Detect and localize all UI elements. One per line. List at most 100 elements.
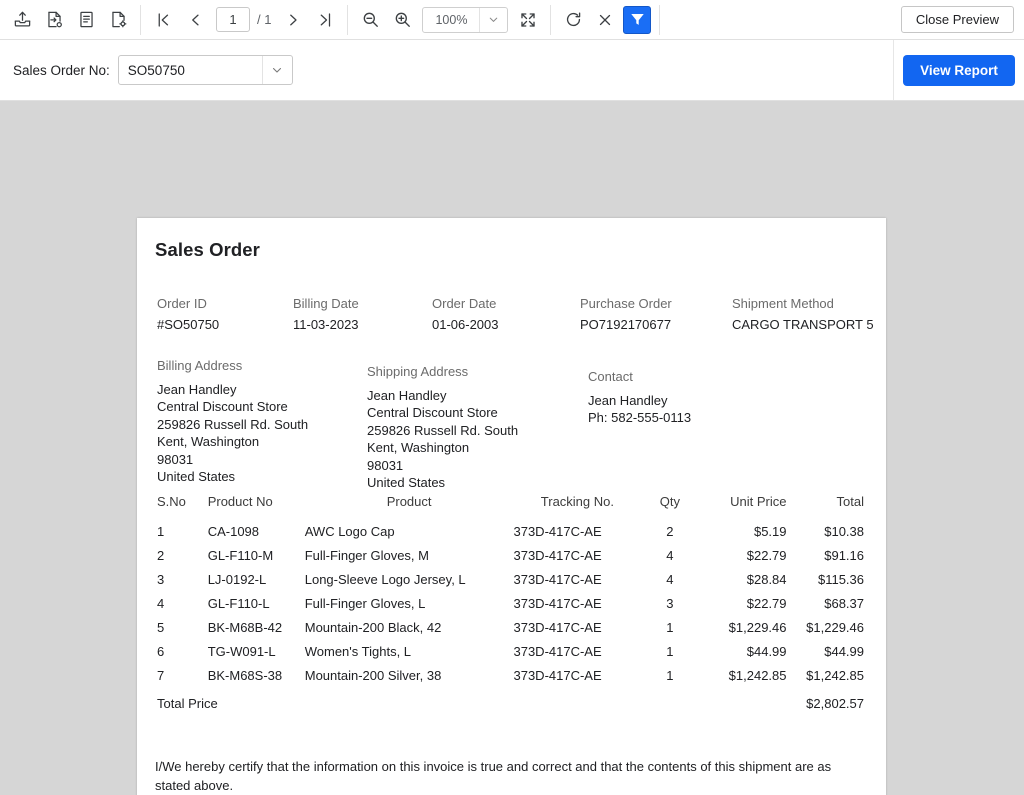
line-items-section: S.No Product No Product Tracking No. Qty… — [155, 494, 864, 716]
meta-order-date: Order Date 01-06-2003 — [432, 296, 499, 332]
cell-productno: GL-F110-M — [207, 547, 274, 563]
first-page-icon[interactable] — [149, 6, 177, 34]
cell-productno: BK-M68B-42 — [207, 619, 283, 635]
zoom-out-icon[interactable] — [356, 6, 384, 34]
cell-qty: 3 — [666, 595, 674, 611]
contact-line: Ph: 582-555-0113 — [588, 410, 692, 426]
close-icon[interactable] — [591, 6, 619, 34]
total-spacer — [698, 687, 786, 716]
column-header-product: Product — [386, 494, 432, 509]
prev-page-icon[interactable] — [181, 6, 209, 34]
cell-productno: CA-1098 — [207, 523, 260, 539]
cell-qty: 1 — [666, 619, 674, 635]
billing-address-block: Billing Address Jean Handley Central Dis… — [157, 358, 308, 485]
table-total-row: Total Price $2,802.57 — [155, 687, 864, 716]
cell-tracking: 373D-417C-AE — [513, 571, 602, 587]
cell-productno: TG-W091-L — [207, 643, 276, 659]
table-header-row: S.No Product No Product Tracking No. Qty… — [155, 494, 864, 519]
refresh-icon[interactable] — [559, 6, 587, 34]
close-preview-button[interactable]: Close Preview — [900, 6, 1014, 33]
toolbar-divider-4 — [659, 4, 661, 35]
cell-product: Full-Finger Gloves, M — [304, 547, 429, 563]
cell-product: AWC Logo Cap — [304, 523, 395, 539]
cell-product: Women's Tights, L — [304, 643, 412, 659]
sales-order-no-label: Sales Order No: — [13, 62, 110, 78]
column-header-sno: S.No — [157, 494, 186, 509]
cell-total: $91.16 — [824, 547, 864, 563]
cell-sno: 7 — [157, 667, 165, 683]
billing-address-lines: Jean Handley Central Discount Store 2598… — [157, 381, 308, 485]
table-row: 3 LJ-0192-L Long-Sleeve Logo Jersey, L 3… — [155, 567, 864, 591]
report-page: Sales Order Order ID #SO50750 Billing Da… — [137, 218, 886, 795]
cell-qty: 4 — [666, 571, 674, 587]
total-price-label: Total Price — [157, 696, 218, 711]
cell-total: $115.36 — [817, 571, 864, 587]
sales-order-no-value[interactable]: SO50750 — [119, 56, 262, 84]
table-row: 1 CA-1098 AWC Logo Cap 373D-417C-AE 2 $5… — [155, 519, 864, 543]
cell-unitprice: $44.99 — [746, 643, 787, 659]
fullscreen-icon[interactable] — [514, 6, 542, 34]
billing-address-title: Billing Address — [157, 358, 243, 373]
cell-qty: 1 — [666, 643, 674, 659]
cell-total: $10.38 — [824, 523, 864, 539]
cell-sno: 2 — [157, 547, 165, 563]
column-header-total: Total — [836, 494, 864, 509]
chevron-down-icon[interactable] — [479, 7, 507, 32]
cell-unitprice: $22.79 — [746, 547, 787, 563]
contact-title: Contact — [588, 369, 633, 384]
view-report-container: View Report — [893, 40, 1024, 100]
address-line: Central Discount Store — [157, 399, 288, 415]
meta-label: Purchase Order — [580, 296, 672, 311]
zoom-in-icon[interactable] — [388, 6, 416, 34]
line-items-table: S.No Product No Product Tracking No. Qty… — [155, 494, 864, 716]
toolbar-actions-group — [557, 0, 653, 39]
export-icon[interactable] — [8, 6, 36, 34]
cell-total: $1,242.85 — [806, 667, 864, 683]
address-line: United States — [157, 469, 236, 485]
view-report-button[interactable]: View Report — [903, 54, 1015, 86]
cell-unitprice: $22.79 — [746, 595, 787, 611]
table-row: 6 TG-W091-L Women's Tights, L 373D-417C-… — [155, 639, 864, 663]
next-page-icon[interactable] — [279, 6, 307, 34]
meta-billing-date: Billing Date 11-03-2023 — [293, 296, 359, 332]
cell-productno: LJ-0192-L — [207, 571, 267, 587]
contact-lines: Jean Handley Ph: 582-555-0113 — [588, 392, 691, 427]
page-settings-icon[interactable] — [104, 6, 132, 34]
cell-product: Mountain-200 Silver, 38 — [304, 667, 442, 683]
sales-order-no-select[interactable]: SO50750 — [117, 55, 293, 85]
document-icon[interactable] — [72, 6, 100, 34]
table-row: 4 GL-F110-L Full-Finger Gloves, L 373D-4… — [155, 591, 864, 615]
shipping-address-title: Shipping Address — [367, 364, 469, 379]
zoom-level-select[interactable]: 100% — [422, 6, 509, 33]
meta-purchase-order: Purchase Order PO7192170677 — [580, 296, 672, 332]
last-page-icon[interactable] — [311, 6, 339, 34]
address-line: Jean Handley — [367, 388, 447, 403]
address-line: 98031 — [157, 451, 194, 467]
cell-unitprice: $5.19 — [753, 523, 787, 539]
chevron-down-icon[interactable] — [261, 56, 292, 84]
meta-shipment-method: Shipment Method CARGO TRANSPORT 5 — [732, 296, 874, 332]
cell-sno: 6 — [157, 643, 165, 659]
address-line: United States — [367, 475, 446, 491]
filter-icon[interactable] — [623, 5, 652, 34]
shipping-address-block: Shipping Address Jean Handley Central Di… — [367, 364, 518, 491]
address-line: Kent, Washington — [157, 434, 260, 450]
meta-label: Order ID — [157, 296, 207, 311]
cell-sno: 3 — [157, 571, 165, 587]
cell-tracking: 373D-417C-AE — [513, 547, 602, 563]
total-spacer — [305, 687, 514, 716]
page-number-input[interactable]: 1 — [216, 7, 250, 32]
cell-product: Long-Sleeve Logo Jersey, L — [304, 571, 466, 587]
cell-total: $44.99 — [824, 643, 864, 659]
page-export-icon[interactable] — [40, 6, 68, 34]
meta-label: Billing Date — [293, 296, 359, 311]
cell-sno: 4 — [157, 595, 165, 611]
report-viewer-app: 1 / 1 100% Close Preview Sales Order No:… — [0, 0, 1024, 795]
order-meta-row: Order ID #SO50750 Billing Date 11-03-202… — [155, 296, 874, 342]
certification-text: I/We hereby certify that the information… — [155, 758, 832, 793]
meta-value: #SO50750 — [157, 317, 220, 332]
toolbar-divider-1 — [140, 4, 141, 35]
cell-total: $1,229.46 — [806, 619, 864, 635]
toolbar-divider-3 — [550, 4, 552, 35]
address-line: Kent, Washington — [367, 440, 470, 456]
